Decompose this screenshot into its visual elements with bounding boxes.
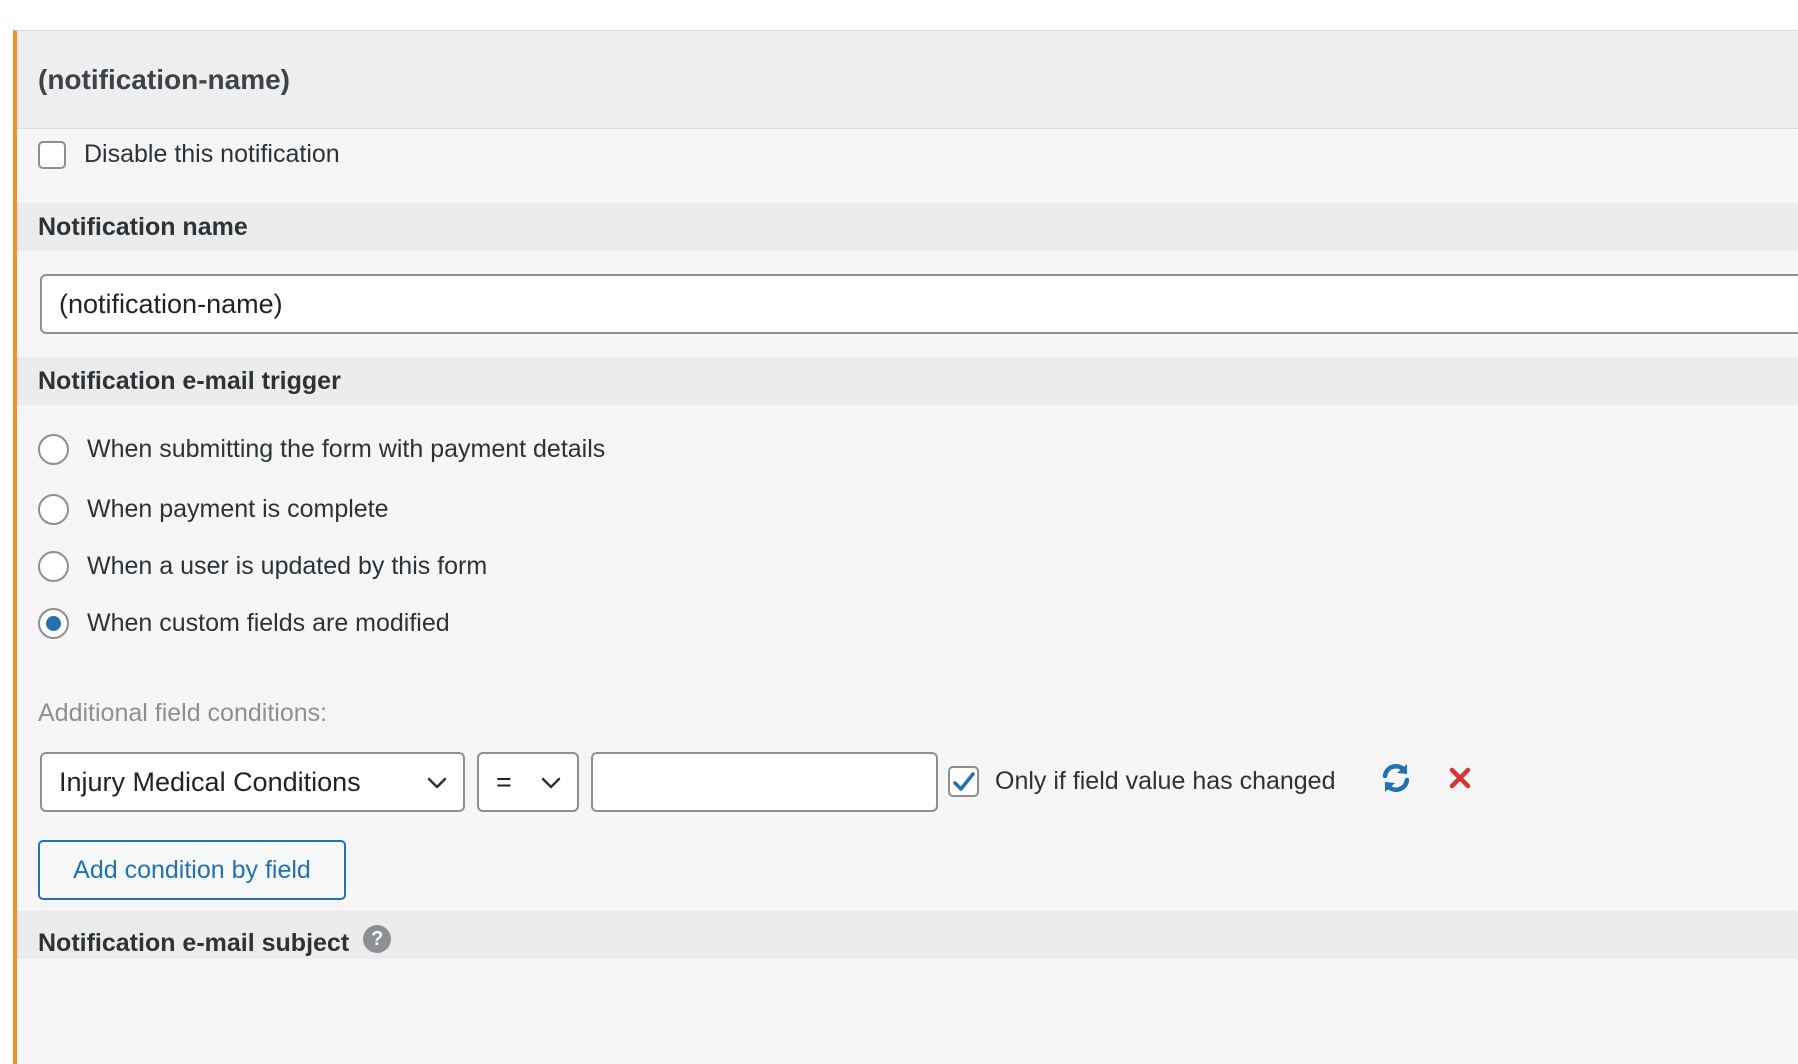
- radio-button[interactable]: [38, 551, 69, 582]
- trigger-option-label: When custom fields are modified: [87, 609, 450, 637]
- disable-notification-label: Disable this notification: [84, 140, 340, 168]
- refresh-icon[interactable]: [1378, 760, 1414, 796]
- close-icon[interactable]: [1448, 766, 1472, 790]
- subject-heading: Notification e-mail subject ?: [17, 911, 1798, 959]
- panel-header[interactable]: (notification-name): [17, 31, 1798, 129]
- notification-name-input-value: (notification-name): [59, 288, 283, 319]
- only-if-changed-checkbox[interactable]: [948, 766, 979, 797]
- notification-name-heading: Notification name: [17, 203, 1798, 251]
- notification-name-heading-text: Notification name: [38, 212, 248, 241]
- chevron-down-icon: [541, 777, 561, 789]
- disable-notification-row[interactable]: Disable this notification: [38, 140, 340, 169]
- condition-operator-select-value: =: [496, 766, 512, 797]
- condition-value-input[interactable]: [591, 752, 938, 812]
- add-condition-button[interactable]: Add condition by field: [38, 840, 346, 900]
- notification-panel: (notification-name) Disable this notific…: [13, 30, 1798, 1064]
- radio-button-selected[interactable]: [38, 608, 69, 639]
- subject-heading-text: Notification e-mail subject: [38, 929, 350, 957]
- trigger-option-label: When a user is updated by this form: [87, 552, 488, 580]
- condition-field-select-value: Injury Medical Conditions: [59, 766, 361, 797]
- trigger-option-custom-fields[interactable]: When custom fields are modified: [38, 608, 450, 639]
- chevron-down-icon: [427, 777, 447, 789]
- condition-field-select[interactable]: Injury Medical Conditions: [40, 752, 465, 812]
- trigger-option-label: When submitting the form with payment de…: [87, 435, 606, 463]
- additional-conditions-label: Additional field conditions:: [38, 699, 328, 727]
- help-icon[interactable]: ?: [363, 925, 392, 953]
- radio-selected-dot: [46, 616, 61, 631]
- radio-button[interactable]: [38, 494, 69, 525]
- trigger-heading: Notification e-mail trigger: [17, 357, 1798, 405]
- trigger-option-payment-complete[interactable]: When payment is complete: [38, 494, 389, 525]
- checkmark-icon: [952, 771, 975, 791]
- panel-title: (notification-name): [38, 63, 290, 95]
- trigger-option-payment-details[interactable]: When submitting the form with payment de…: [38, 434, 605, 465]
- radio-button[interactable]: [38, 434, 69, 465]
- trigger-heading-text: Notification e-mail trigger: [38, 366, 341, 395]
- trigger-option-user-updated[interactable]: When a user is updated by this form: [38, 551, 487, 582]
- trigger-option-label: When payment is complete: [87, 495, 389, 523]
- only-if-changed-label: Only if field value has changed: [995, 767, 1336, 795]
- condition-operator-select[interactable]: =: [477, 752, 579, 812]
- only-if-changed-row[interactable]: Only if field value has changed: [948, 766, 1336, 797]
- disable-notification-checkbox[interactable]: [38, 140, 66, 169]
- notification-name-input[interactable]: (notification-name): [40, 274, 1798, 334]
